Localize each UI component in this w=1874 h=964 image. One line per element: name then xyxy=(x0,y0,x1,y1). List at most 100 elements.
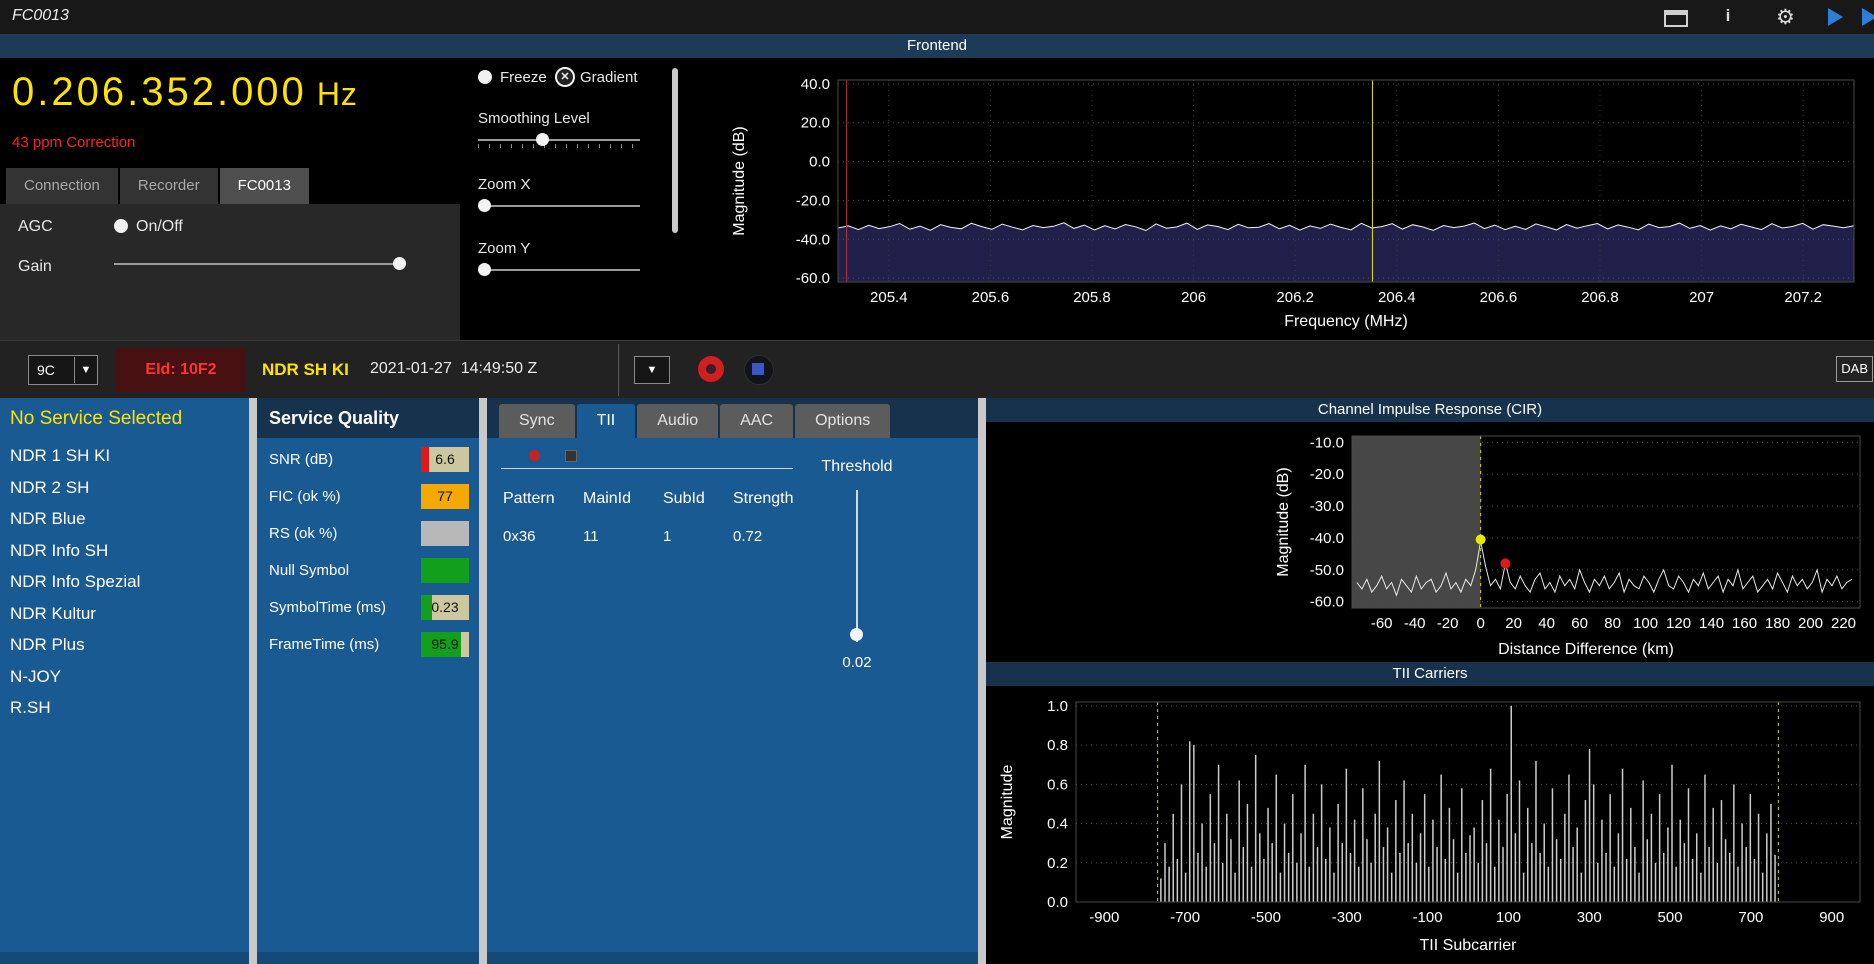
hscrollbar-track[interactable] xyxy=(0,952,249,964)
svg-text:200: 200 xyxy=(1798,615,1823,632)
col-pattern: Pattern xyxy=(503,490,555,507)
splitter[interactable] xyxy=(249,398,257,964)
svg-text:-10.0: -10.0 xyxy=(1310,434,1344,451)
svg-text:-20: -20 xyxy=(1437,615,1459,632)
quality-indicator xyxy=(421,521,469,546)
tii-carriers-header: TII Carriers xyxy=(986,662,1874,686)
service-item[interactable]: NDR Kultur xyxy=(10,598,249,630)
channel-select[interactable]: 9C ▼ xyxy=(28,355,98,385)
hscrollbar-track[interactable] xyxy=(257,952,479,964)
tab-tii[interactable]: TII xyxy=(576,404,636,438)
record-button[interactable] xyxy=(698,356,724,382)
service-list: NDR 1 SH KI NDR 2 SH NDR Blue NDR Info S… xyxy=(10,440,249,724)
tab-sync[interactable]: Sync xyxy=(499,404,575,438)
scrollbar[interactable] xyxy=(672,68,678,233)
cir-title: Channel Impulse Response (CIR) xyxy=(1317,401,1543,418)
window-layout-icon[interactable] xyxy=(1664,10,1688,27)
svg-text:206.8: 206.8 xyxy=(1581,289,1619,306)
freeze-radio[interactable] xyxy=(478,70,492,84)
svg-text:100: 100 xyxy=(1496,909,1521,926)
tii-status-dot-icon xyxy=(529,450,540,461)
service-item[interactable]: NDR Info Spezial xyxy=(10,566,249,598)
svg-text:1.0: 1.0 xyxy=(1047,698,1068,715)
selected-service-label: No Service Selected xyxy=(10,408,183,429)
stop-button[interactable] xyxy=(744,355,774,385)
frontend-section-header: Frontend xyxy=(0,34,1874,58)
threshold-slider[interactable] xyxy=(849,490,865,642)
cir-zoom-y-label: Zoom Y xyxy=(1000,600,1053,617)
svg-text:-40: -40 xyxy=(1404,615,1426,632)
gain-slider[interactable] xyxy=(114,256,406,272)
svg-text:900: 900 xyxy=(1819,909,1844,926)
quality-row: SymbolTime (ms) 0.23 xyxy=(257,590,479,627)
spectrum-plot[interactable]: 40.0 20.0 0.0 -20.0 -40.0 -60.0 205.4 205.6 205.… xyxy=(690,58,1874,340)
service-item[interactable]: NDR Plus xyxy=(10,629,249,661)
settings-gear-icon[interactable]: ⚙ xyxy=(1776,5,1795,30)
svg-text:-60: -60 xyxy=(1371,615,1393,632)
recorder-dropdown[interactable]: ▼ xyxy=(634,356,670,384)
svg-text:220: 220 xyxy=(1831,615,1856,632)
datetime-label: 2021-01-27 14:49:50 Z xyxy=(370,360,538,377)
quality-indicator: 95.9 xyxy=(421,632,469,657)
service-item[interactable]: N-JOY xyxy=(10,661,249,693)
gradient-label: Gradient xyxy=(580,69,638,86)
cir-header: Channel Impulse Response (CIR) xyxy=(986,398,1874,422)
agc-label: AGC xyxy=(18,218,53,235)
quality-rows: SNR (dB) 6.6 FIC (ok %) 77 RS (ok %) Nul… xyxy=(257,442,479,664)
service-item[interactable]: NDR Blue xyxy=(10,503,249,535)
hscrollbar-track[interactable] xyxy=(487,952,978,964)
svg-text:205.8: 205.8 xyxy=(1073,289,1111,306)
tii-carriers-plot[interactable]: 1.0 0.8 0.6 0.4 0.2 0.0 -900 -700 -500 -300 -100 10… xyxy=(986,686,1874,964)
service-item[interactable]: NDR 2 SH xyxy=(10,472,249,504)
cir-freeze-radio[interactable] xyxy=(1000,440,1014,454)
quality-row: Null Symbol xyxy=(257,553,479,590)
zoom-y-label: Zoom Y xyxy=(478,240,531,257)
splitter[interactable] xyxy=(978,398,986,964)
quality-row: RS (ok %) xyxy=(257,516,479,553)
cell-pattern: 0x36 xyxy=(503,528,536,545)
info-icon[interactable]: i xyxy=(1722,6,1734,26)
tab-recorder[interactable]: Recorder xyxy=(119,168,218,204)
quality-row: SNR (dB) 6.6 xyxy=(257,442,479,479)
cir-gradient-label: Gradient xyxy=(1110,439,1168,456)
quality-label: Null Symbol xyxy=(269,562,350,579)
svg-text:0.0: 0.0 xyxy=(1047,894,1068,911)
tab-connection[interactable]: Connection xyxy=(6,168,118,204)
svg-text:180: 180 xyxy=(1765,615,1790,632)
gradient-radio[interactable]: ✕ xyxy=(555,67,575,87)
cir-zoom-y-slider[interactable] xyxy=(1000,622,1158,638)
divider xyxy=(501,468,793,469)
tab-aac[interactable]: AAC xyxy=(720,404,794,438)
service-quality-header: Service Quality xyxy=(257,398,479,438)
zoom-x-slider[interactable] xyxy=(478,198,640,214)
zoom-y-slider[interactable] xyxy=(478,262,640,278)
svg-text:-700: -700 xyxy=(1170,909,1200,926)
svg-text:500: 500 xyxy=(1658,909,1683,926)
cell-strength: 0.72 xyxy=(733,528,763,545)
play-icon-secondary[interactable] xyxy=(1862,8,1874,26)
tab-audio[interactable]: Audio xyxy=(637,404,719,438)
mode-badge: DAB xyxy=(1836,356,1873,382)
quality-row: FIC (ok %) 77 xyxy=(257,479,479,516)
cell-subid: 1 xyxy=(663,528,672,545)
channel-value: 9C xyxy=(37,362,55,378)
svg-text:-100: -100 xyxy=(1413,909,1443,926)
cir-gradient-radio[interactable] xyxy=(1088,440,1102,454)
service-item[interactable]: NDR Info SH xyxy=(10,535,249,567)
cir-section: Freeze Gradient Smoothing Level Zoom X Z… xyxy=(986,422,1874,662)
cir-smoothing-slider[interactable] xyxy=(1000,502,1158,518)
play-icon[interactable] xyxy=(1828,8,1843,26)
service-item[interactable]: NDR 1 SH KI xyxy=(10,440,249,472)
svg-text:Frequency (MHz): Frequency (MHz) xyxy=(1284,313,1408,330)
agc-radio[interactable] xyxy=(114,219,128,233)
quality-indicator: 6.6 xyxy=(421,447,469,472)
quality-label: FIC (ok %) xyxy=(269,488,341,505)
splitter[interactable] xyxy=(479,398,487,964)
service-item[interactable]: R.SH xyxy=(10,692,249,724)
tab-options[interactable]: Options xyxy=(795,404,891,438)
tii-status-square-icon xyxy=(565,450,577,462)
tab-fc0013[interactable]: FC0013 xyxy=(219,168,309,204)
smoothing-slider[interactable] xyxy=(478,132,640,148)
cir-zoom-x-slider[interactable] xyxy=(1000,566,1158,582)
tii-tabstrip: Sync TII Audio AAC Options xyxy=(487,398,978,438)
